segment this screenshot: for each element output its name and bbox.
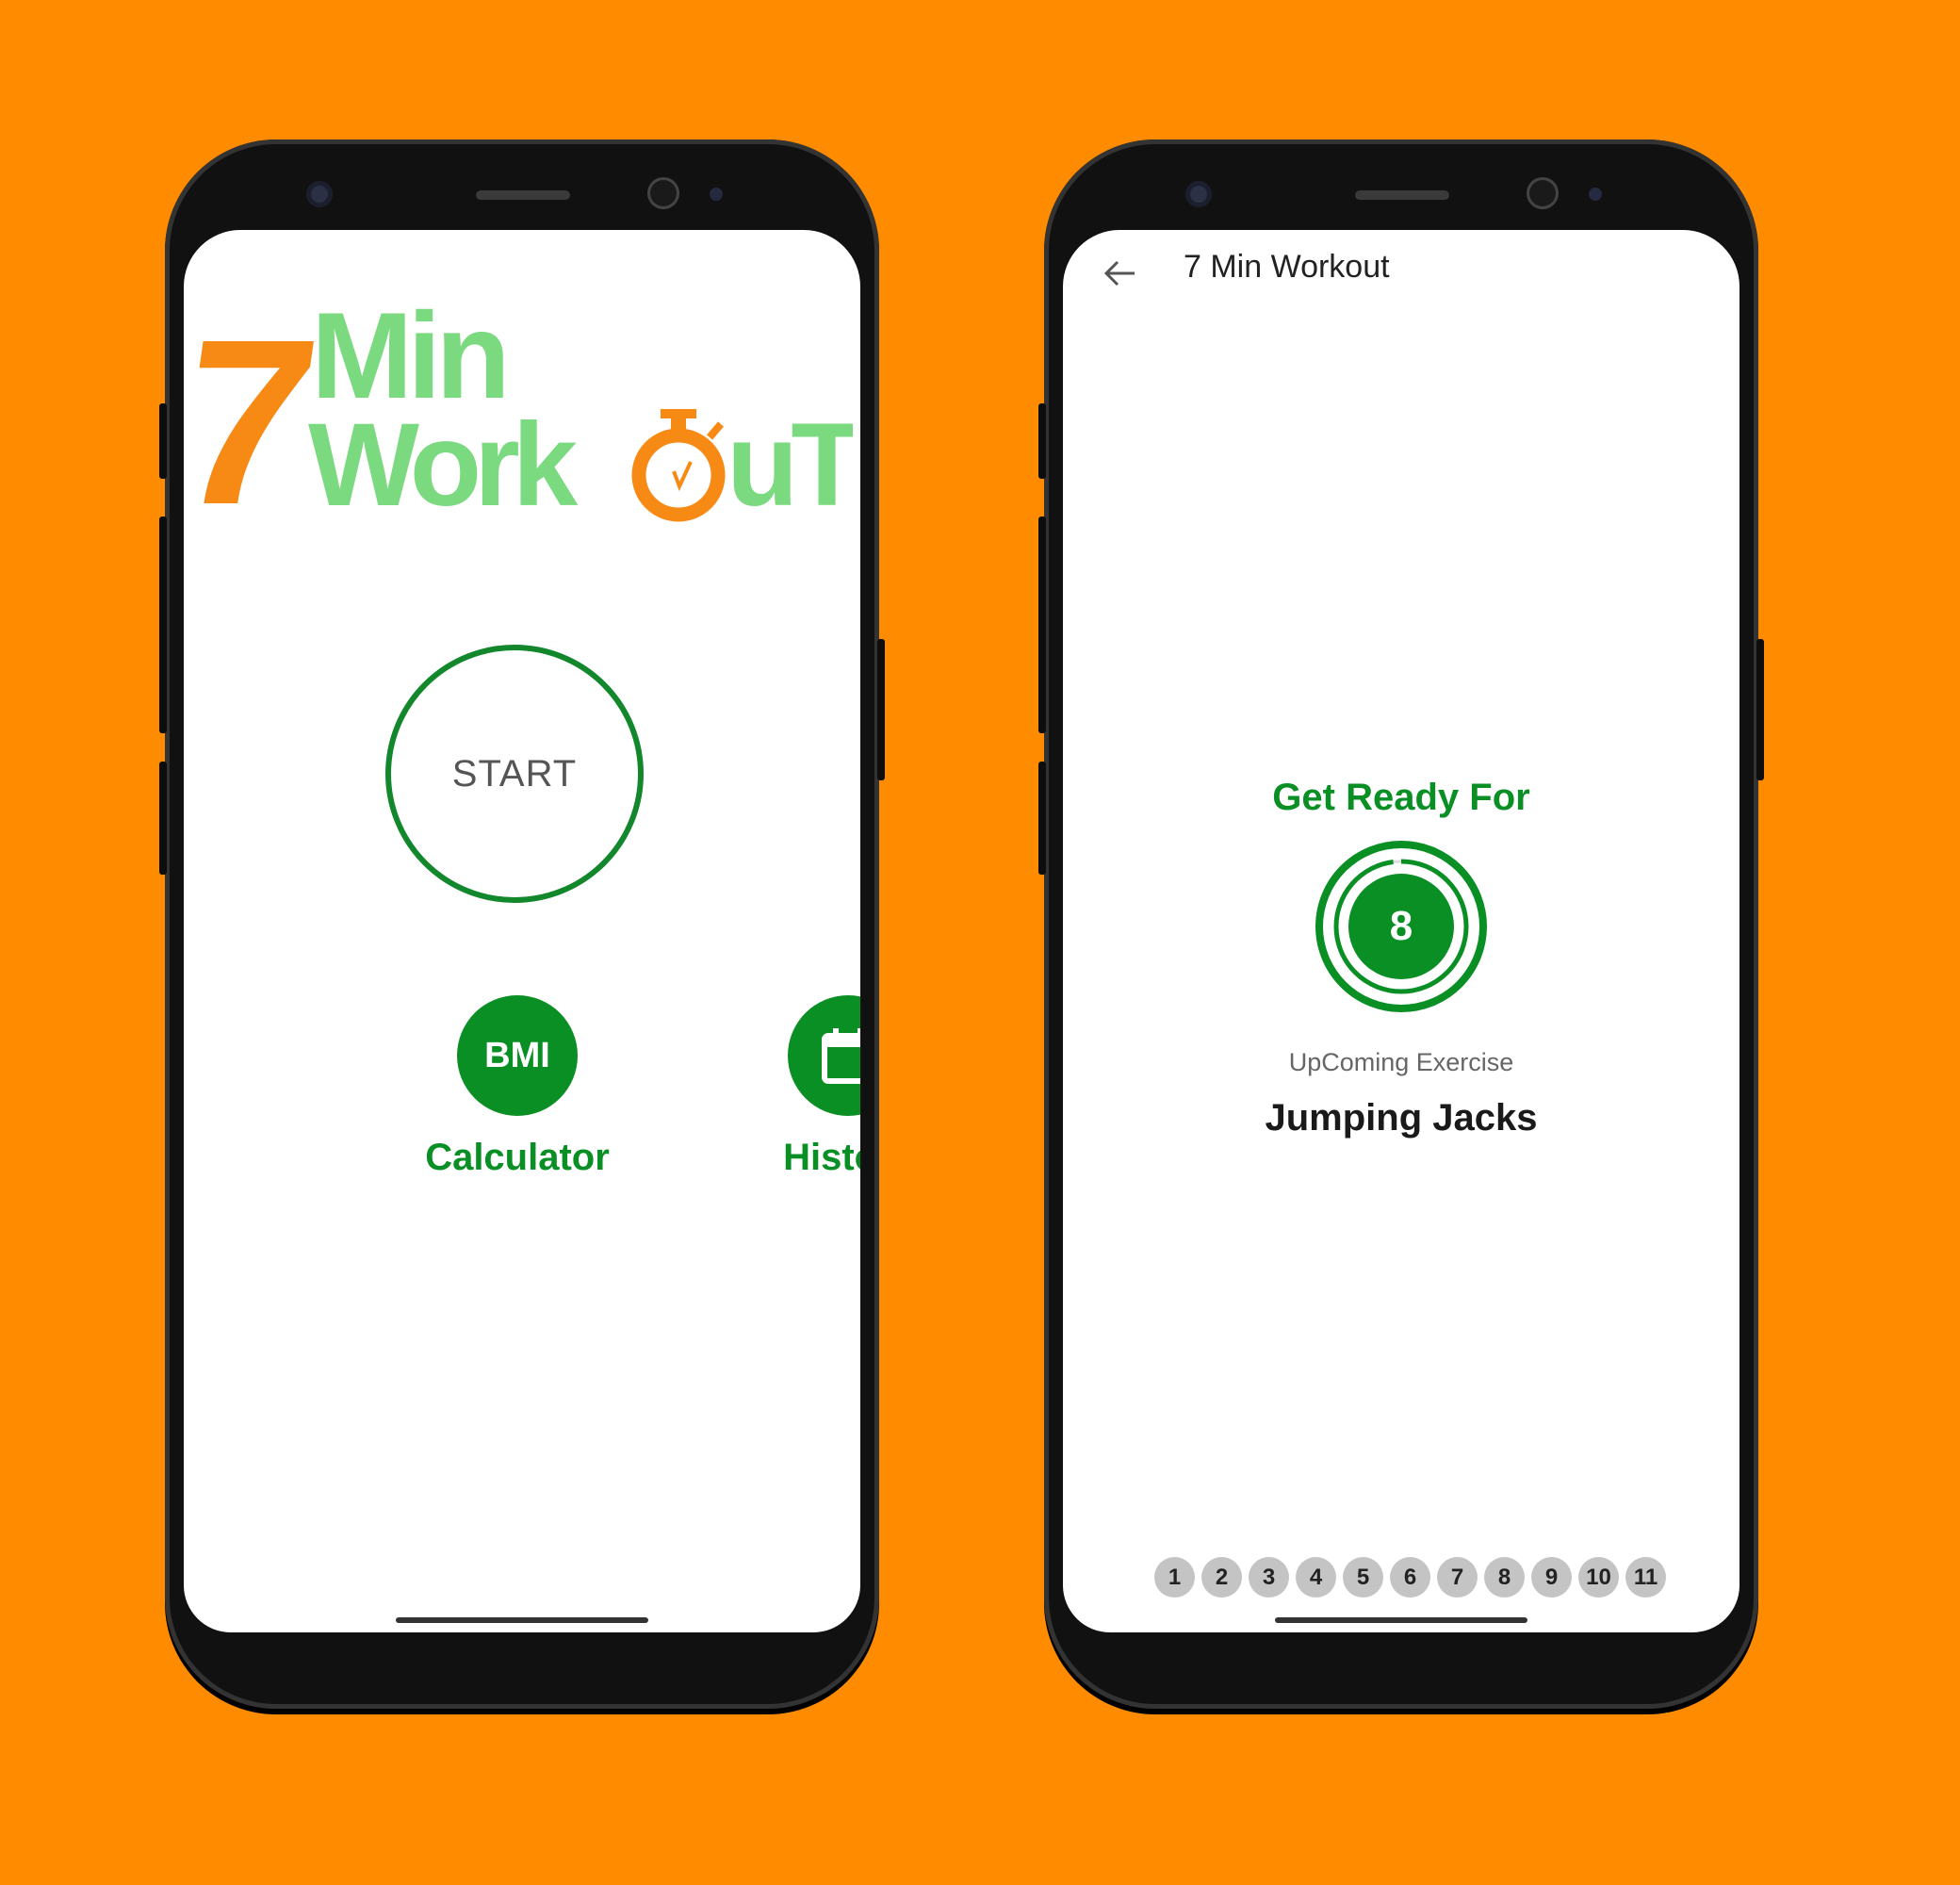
step-indicator: 6	[1390, 1557, 1430, 1598]
iris-scanner-icon	[1527, 177, 1559, 209]
calendar-icon	[822, 1028, 860, 1084]
exercise-progress-steps: 1 2 3 4 5 6 7 8 9 10 11	[1154, 1557, 1666, 1598]
ready-title: Get Ready For	[1272, 777, 1530, 818]
arrow-back-icon	[1103, 260, 1135, 287]
start-button[interactable]: START	[385, 645, 644, 903]
bmi-calculator-label[interactable]: Calculator	[404, 1137, 630, 1179]
step-indicator: 4	[1296, 1557, 1336, 1598]
home-screen: 7 Min Work uT START BMI Calculator Hist	[184, 230, 860, 1632]
step-indicator: 1	[1154, 1557, 1195, 1598]
bixby-button	[159, 762, 167, 875]
back-button[interactable]	[1091, 245, 1148, 302]
earpiece-speaker	[476, 190, 570, 200]
timer-value: 8	[1389, 903, 1413, 949]
exercise-screen: 7 Min Workout Get Ready For 8 UpComing E…	[1063, 230, 1740, 1632]
step-indicator: 8	[1484, 1557, 1525, 1598]
home-indicator	[1275, 1617, 1527, 1623]
volume-button	[1038, 403, 1046, 479]
home-indicator	[396, 1617, 648, 1623]
history-label[interactable]: History	[735, 1137, 860, 1179]
step-indicator: 3	[1249, 1557, 1289, 1598]
upcoming-label: UpComing Exercise	[1288, 1048, 1514, 1076]
earpiece-speaker	[1355, 190, 1449, 200]
exercise-name: Jumping Jacks	[1265, 1097, 1538, 1139]
logo-line2-prefix: Work	[308, 400, 579, 531]
phone-exercise: 7 Min Workout Get Ready For 8 UpComing E…	[1038, 139, 1764, 1709]
timer-display: 8	[1348, 874, 1454, 979]
toolbar-title: 7 Min Workout	[1184, 249, 1390, 285]
power-button	[877, 639, 885, 780]
history-button[interactable]	[788, 995, 860, 1116]
step-indicator: 2	[1201, 1557, 1242, 1598]
phone-home: 7 Min Work uT START BMI Calculator Hist	[159, 139, 885, 1709]
volume-button	[1038, 516, 1046, 733]
app-logo: 7 Min Work uT	[193, 287, 853, 532]
front-camera-icon	[306, 181, 333, 207]
step-indicator: 9	[1531, 1557, 1572, 1598]
logo-line2-suffix: uT	[727, 400, 853, 531]
stopwatch-icon	[631, 409, 726, 522]
bixby-button	[1038, 762, 1046, 875]
step-indicator: 7	[1437, 1557, 1478, 1598]
volume-button	[159, 403, 167, 479]
step-indicator: 11	[1625, 1557, 1666, 1598]
volume-button	[159, 516, 167, 733]
step-indicator: 10	[1578, 1557, 1619, 1598]
bmi-calculator-button[interactable]: BMI	[457, 995, 578, 1116]
proximity-sensor	[1589, 188, 1602, 201]
bmi-icon-text: BMI	[484, 1035, 550, 1075]
step-indicator: 5	[1343, 1557, 1383, 1598]
front-camera-icon	[1185, 181, 1212, 207]
power-button	[1756, 639, 1764, 780]
start-label: START	[451, 752, 578, 795]
iris-scanner-icon	[647, 177, 679, 209]
proximity-sensor	[710, 188, 723, 201]
